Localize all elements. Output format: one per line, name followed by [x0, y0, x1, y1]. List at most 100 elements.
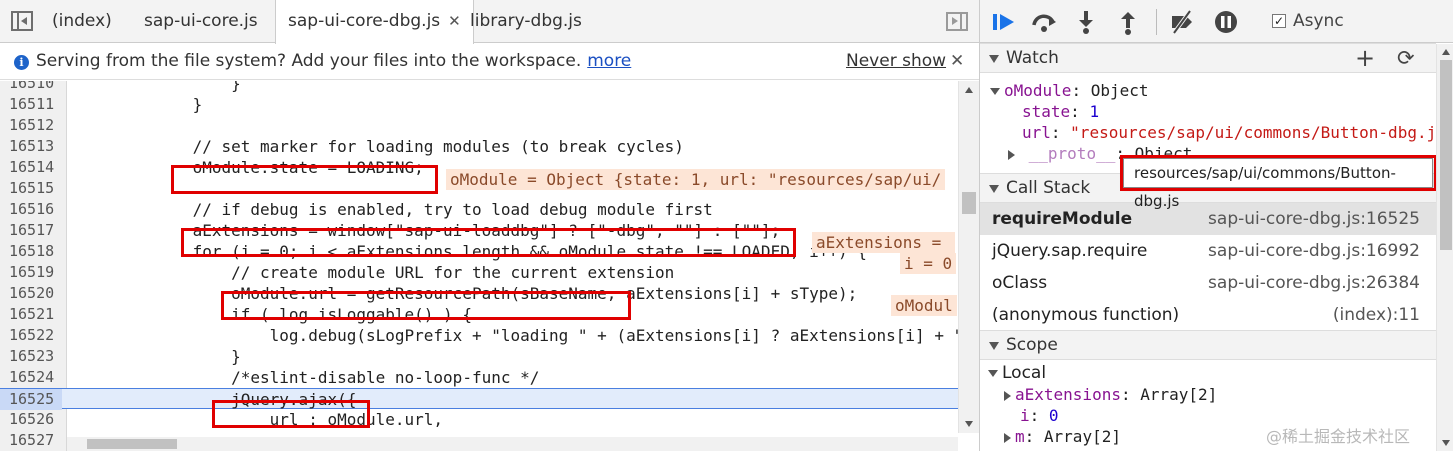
scope-header[interactable]: Scope: [980, 330, 1436, 360]
scope-var[interactable]: m: Array[2]: [1004, 426, 1121, 447]
close-icon[interactable]: ✕: [950, 44, 964, 79]
code-line[interactable]: 16510 }: [0, 81, 958, 94]
code-line[interactable]: 16516 // if debug is enabled, try to loa…: [0, 199, 958, 220]
prop-value: 1: [1089, 102, 1100, 121]
watch-prop[interactable]: state: 1: [1022, 101, 1099, 122]
call-frame[interactable]: requireModule sap-ui-core-dbg.js:16525: [980, 203, 1436, 235]
scroll-down-icon[interactable]: [1442, 440, 1450, 446]
scroll-thumb[interactable]: [962, 192, 976, 214]
code-text: oModule.state = LOADING;: [77, 158, 424, 177]
never-show-link[interactable]: Never show: [846, 44, 946, 79]
code-line[interactable]: 16523 }: [0, 346, 958, 367]
line-number[interactable]: 16524: [0, 367, 62, 388]
line-number[interactable]: 16525: [0, 389, 62, 410]
scroll-thumb[interactable]: [87, 439, 177, 449]
line-number[interactable]: 16517: [0, 220, 62, 241]
deactivate-breakpoints-icon[interactable]: [1168, 8, 1196, 36]
pane-title: Scope: [1006, 335, 1058, 355]
inline-value: oModul: [891, 295, 957, 316]
more-link[interactable]: more: [587, 51, 631, 71]
tab-index[interactable]: (index): [40, 0, 124, 43]
frame-location[interactable]: sap-ui-core-dbg.js:16525: [1208, 203, 1420, 235]
debugger-toolbar: ✓ Async: [980, 0, 1453, 43]
line-number[interactable]: 16520: [0, 283, 62, 304]
line-number[interactable]: 16521: [0, 304, 62, 325]
scope-label: Local: [1002, 363, 1047, 383]
editor-vertical-scrollbar[interactable]: [958, 81, 979, 433]
step-out-icon[interactable]: [1114, 8, 1142, 36]
scroll-up-icon[interactable]: [965, 87, 973, 93]
tab-label: library-dbg.js: [470, 11, 582, 31]
line-number[interactable]: 16523: [0, 346, 62, 367]
line-number[interactable]: 16512: [0, 115, 62, 136]
code-comment: // create module URL for the current ext…: [77, 263, 675, 282]
scroll-up-icon[interactable]: [1442, 49, 1450, 55]
editor-horizontal-scrollbar[interactable]: [67, 437, 958, 451]
collapse-triangle-icon: [989, 55, 999, 63]
line-number[interactable]: 16514: [0, 157, 62, 178]
tab-sap-ui-core-dbg[interactable]: sap-ui-core-dbg.js ✕: [275, 0, 474, 44]
call-frame[interactable]: jQuery.sap.require sap-ui-core-dbg.js:169…: [980, 235, 1436, 267]
line-number[interactable]: 16518: [0, 241, 62, 262]
code-text: jQuery.ajax({: [77, 390, 357, 409]
tab-sap-ui-core[interactable]: sap-ui-core.js: [132, 0, 270, 43]
frame-location[interactable]: sap-ui-core-dbg.js:16992: [1208, 235, 1420, 267]
code-line[interactable]: 16520 oModule.url = getResourcePath(sBas…: [0, 283, 958, 304]
scope-local[interactable]: Local: [988, 363, 1046, 384]
call-frame[interactable]: (anonymous function) (index):11: [980, 299, 1436, 331]
frame-function: requireModule: [992, 209, 1133, 229]
toggle-debugger-icon[interactable]: [946, 12, 968, 31]
code-line-current[interactable]: 16525 jQuery.ajax({: [0, 388, 958, 410]
refresh-icon[interactable]: ⟳: [1397, 44, 1415, 73]
sidebar-scrollbar[interactable]: [1436, 44, 1453, 451]
frame-location[interactable]: (index):11: [1333, 299, 1420, 331]
line-number[interactable]: 16511: [0, 94, 62, 115]
async-label: Async: [1293, 11, 1344, 31]
scope-var[interactable]: aExtensions: Array[2]: [1004, 384, 1217, 405]
line-number[interactable]: 16510: [0, 81, 62, 94]
code-line[interactable]: 16524 /*eslint-disable no-loop-func */: [0, 367, 958, 388]
code-line[interactable]: 16522 log.debug(sLogPrefix + "loading " …: [0, 325, 979, 346]
prop-name: state: [1022, 102, 1071, 121]
line-number[interactable]: 16513: [0, 136, 62, 157]
value-tooltip: resources/sap/ui/commons/Button-dbg.js: [1123, 158, 1433, 210]
tab-library-dbg[interactable]: library-dbg.js: [458, 0, 594, 43]
add-watch-icon[interactable]: +: [1355, 44, 1375, 73]
line-number[interactable]: 16527: [0, 430, 62, 451]
watch-header[interactable]: Watch + ⟳: [980, 43, 1436, 73]
var-name: i: [1020, 406, 1030, 425]
toggle-navigator-icon[interactable]: [11, 11, 33, 31]
line-number[interactable]: 16519: [0, 262, 62, 283]
expand-triangle-icon: [990, 88, 1000, 95]
code-text: log.debug(sLogPrefix + "loading " + (aEx…: [269, 326, 979, 345]
watch-root[interactable]: oModule: Object: [990, 80, 1149, 101]
code-text: if ( log.isLoggable() ) {: [77, 305, 472, 324]
scope-var[interactable]: i: 0: [1020, 405, 1059, 426]
line-number[interactable]: 16522: [0, 325, 62, 346]
scroll-down-icon[interactable]: [965, 421, 973, 427]
step-over-icon[interactable]: [1030, 8, 1058, 36]
async-checkbox[interactable]: ✓: [1272, 14, 1286, 28]
frame-function: (anonymous function): [992, 305, 1180, 325]
code-editor[interactable]: 16510 } 16511 } 16512 16513 // set marke…: [0, 81, 979, 451]
step-into-icon[interactable]: [1072, 8, 1100, 36]
code-line[interactable]: 16526 url : oModule.url,: [0, 409, 958, 430]
prop-name: url: [1022, 123, 1051, 142]
code-line[interactable]: 16512: [0, 115, 958, 136]
frame-location[interactable]: sap-ui-core-dbg.js:26384: [1208, 267, 1420, 299]
line-number[interactable]: 16526: [0, 409, 62, 430]
expand-triangle-icon: [1008, 149, 1015, 160]
line-number[interactable]: 16516: [0, 199, 62, 220]
pause-on-exceptions-icon[interactable]: [1212, 8, 1240, 36]
infobar-text: Serving from the file system? Add your f…: [36, 51, 582, 71]
toolbar-separator: [1156, 9, 1157, 35]
code-line[interactable]: 16519 // create module URL for the curre…: [0, 262, 958, 283]
code-line[interactable]: 16521 if ( log.isLoggable() ) {: [0, 304, 958, 325]
call-frame[interactable]: oClass sap-ui-core-dbg.js:26384: [980, 267, 1436, 299]
code-line[interactable]: 16513 // set marker for loading modules …: [0, 136, 958, 157]
watch-prop[interactable]: url: "resources/sap/ui/commons/Button-db…: [1022, 122, 1453, 143]
scroll-thumb[interactable]: [1440, 60, 1452, 250]
resume-icon[interactable]: [990, 8, 1018, 36]
line-number[interactable]: 16515: [0, 178, 62, 199]
code-line[interactable]: 16511 }: [0, 94, 958, 115]
